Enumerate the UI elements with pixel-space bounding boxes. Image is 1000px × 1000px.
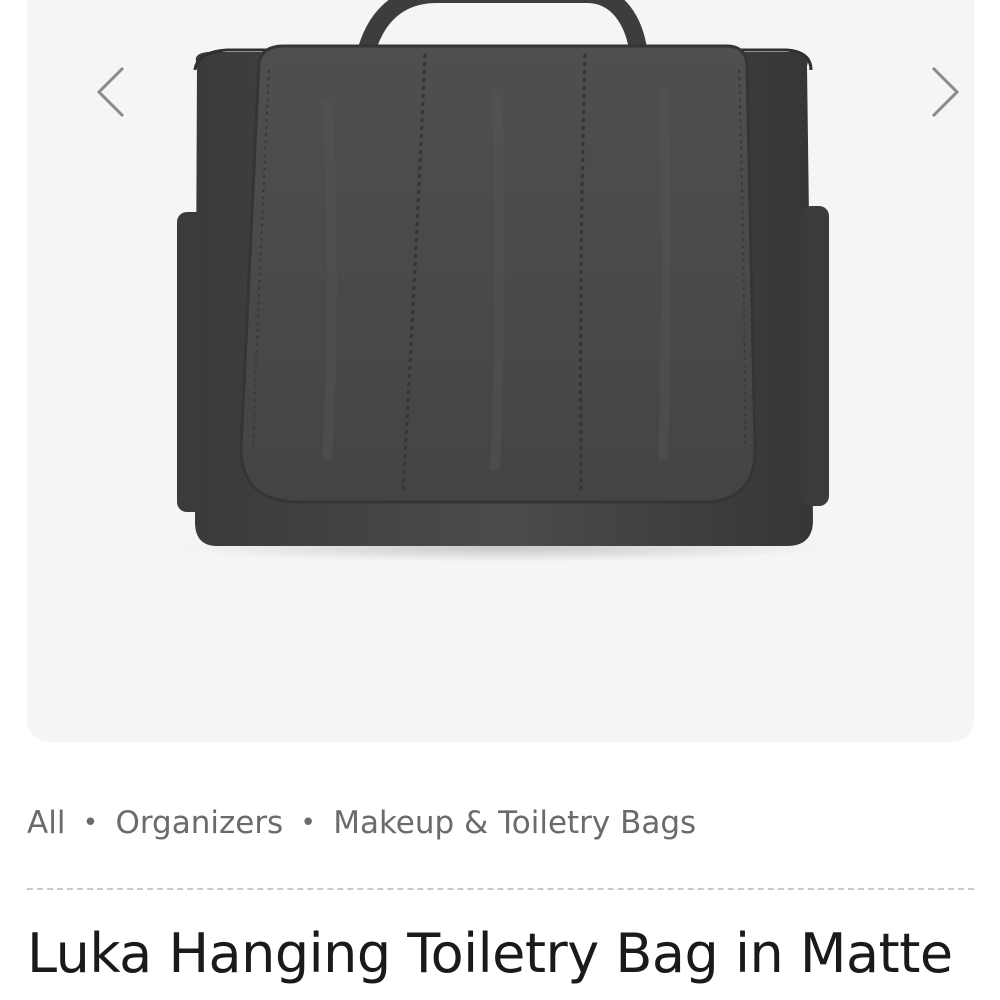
breadcrumb-link-all[interactable]: All [27, 805, 65, 841]
next-image-button[interactable] [915, 62, 974, 122]
breadcrumb: All • Organizers • Makeup & Toiletry Bag… [27, 802, 696, 844]
product-page: All • Organizers • Makeup & Toiletry Bag… [0, 0, 1000, 1000]
chevron-right-icon [931, 66, 960, 118]
breadcrumb-link-makeup-toiletry-bags[interactable]: Makeup & Toiletry Bags [333, 805, 696, 841]
product-image-gallery[interactable] [27, 0, 974, 742]
chevron-left-icon [96, 66, 125, 118]
breadcrumb-separator: • [82, 808, 99, 838]
breadcrumb-separator: • [300, 808, 316, 838]
product-image [172, 0, 832, 562]
breadcrumb-link-organizers[interactable]: Organizers [115, 805, 283, 841]
product-title: Luka Hanging Toiletry Bag in Matte [27, 922, 953, 985]
previous-image-button[interactable] [81, 62, 141, 122]
section-divider [27, 888, 974, 890]
